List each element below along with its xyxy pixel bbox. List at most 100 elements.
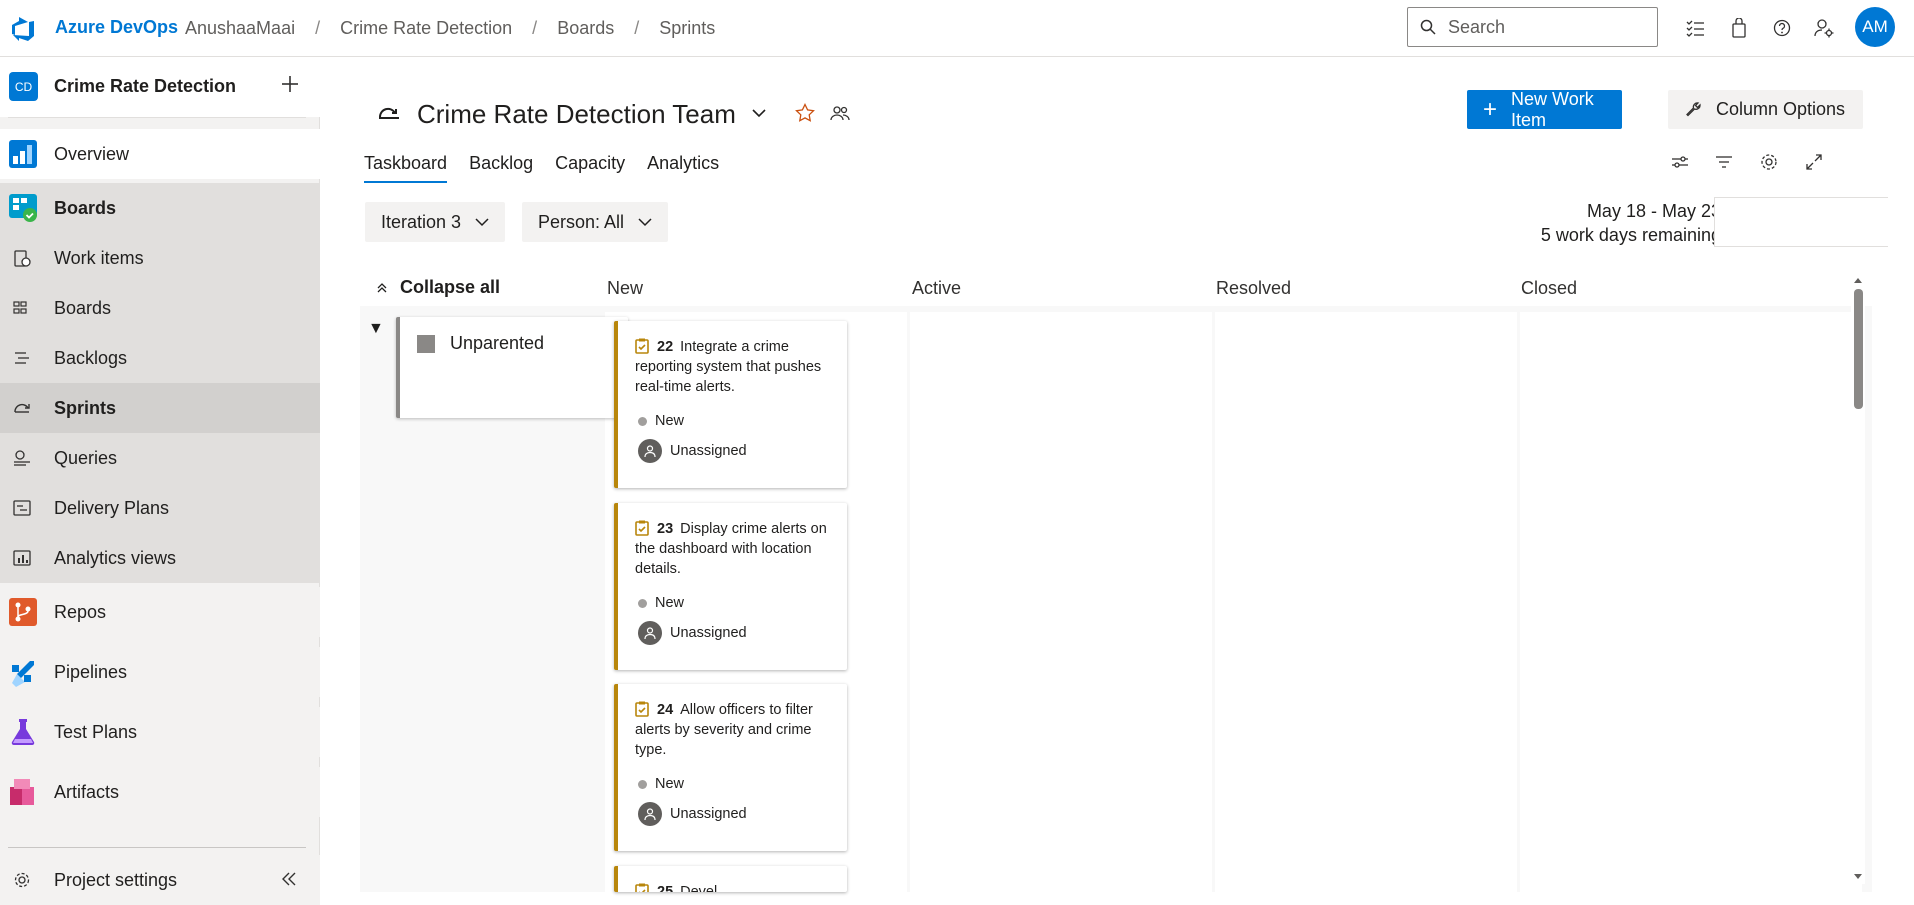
sidebar-item-work-items[interactable]: Work items (0, 233, 320, 283)
task-id: 24 (657, 702, 674, 718)
state-new-dot-icon (638, 416, 647, 426)
sprints-icon (12, 398, 32, 418)
sidebar-item-label: Sprints (54, 398, 117, 418)
task-state[interactable]: New (638, 595, 684, 611)
search-input[interactable]: Search (1407, 7, 1658, 47)
task-clipboard-icon (635, 883, 649, 892)
project-badge[interactable]: CD (9, 72, 38, 101)
column-header-closed: Closed (1521, 278, 1578, 298)
person-filter-label: Person: All (538, 211, 625, 232)
chevron-down-icon[interactable] (751, 107, 767, 119)
tab-bar: Taskboard Backlog Capacity Analytics (364, 153, 741, 183)
burndown-chart[interactable] (1714, 197, 1888, 247)
tab-capacity[interactable]: Capacity (555, 153, 625, 183)
person-filter-dropdown[interactable]: Person: All (522, 202, 669, 242)
sidebar-item-pipelines[interactable]: Pipelines (0, 647, 320, 697)
sidebar-item-repos[interactable]: Repos (0, 587, 320, 637)
breadcrumb-sprints[interactable]: Sprints (659, 18, 715, 39)
filter-icon[interactable] (1714, 152, 1734, 172)
sidebar-item-analytics-views[interactable]: Analytics views (0, 533, 320, 583)
settings-gear-icon[interactable] (1759, 152, 1779, 172)
user-settings-icon[interactable] (1812, 16, 1836, 40)
state-new-dot-icon (638, 779, 647, 789)
unassigned-avatar-icon (638, 439, 662, 463)
date-range: May 18 - May 23 (1586, 201, 1721, 221)
sidebar-item-boards-sub[interactable]: Boards (0, 283, 320, 333)
help-icon[interactable] (1770, 16, 1794, 40)
add-icon[interactable] (279, 73, 301, 95)
task-assignee-label: Unassigned (670, 625, 747, 641)
column-closed (1520, 312, 1862, 892)
sprint-team-icon (377, 103, 401, 123)
task-list-icon[interactable] (1683, 16, 1707, 40)
sidebar-item-label: Repos (54, 602, 107, 622)
task-state[interactable]: New (638, 413, 684, 429)
sidebar: CD Crime Rate Detection Overview Boards … (0, 57, 320, 905)
task-card[interactable]: 22 Integrate a crime reporting system tha… (614, 321, 847, 488)
parent-card[interactable]: Unparented (396, 317, 628, 418)
scroll-up-arrow-icon[interactable] (1851, 275, 1865, 285)
sidebar-item-boards[interactable]: Boards (0, 183, 320, 233)
wrench-icon (1684, 101, 1702, 119)
sidebar-item-label: Queries (54, 448, 118, 468)
sidebar-item-overview[interactable]: Overview (0, 129, 320, 179)
boards-icon (8, 193, 38, 223)
top-bar: Azure DevOps AnushaaMaai / Crime Rate De… (0, 0, 1914, 57)
task-title[interactable]: 25 Devel (635, 882, 840, 892)
scroll-down-arrow-icon[interactable] (1851, 872, 1865, 882)
tab-taskboard[interactable]: Taskboard (364, 153, 448, 183)
sidebar-item-delivery-plans[interactable]: Delivery Plans (0, 483, 320, 533)
collapse-all-button[interactable]: Collapse all (376, 277, 500, 298)
parent-title: Unparented (450, 333, 545, 353)
analytics-views-icon (12, 548, 32, 568)
sidebar-item-label: Backlogs (54, 348, 128, 368)
search-placeholder: Search (1448, 16, 1506, 37)
task-card[interactable]: 24 Allow officers to filter alerts by sev… (614, 684, 847, 851)
sidebar-item-sprints[interactable]: Sprints (0, 383, 320, 433)
new-work-item-button[interactable]: + New Work Item (1467, 89, 1622, 130)
breadcrumb-separator: / (315, 18, 321, 38)
tab-analytics[interactable]: Analytics (647, 153, 719, 183)
breadcrumb-boards[interactable]: Boards (557, 18, 614, 39)
favorite-star-icon[interactable] (795, 103, 815, 123)
taskboard: Collapse all New Active Resolved Closed … (360, 267, 1872, 892)
scrollbar-thumb[interactable] (1854, 289, 1863, 409)
breadcrumb-org[interactable]: AnushaaMaai (185, 18, 295, 39)
sidebar-item-test-plans[interactable]: Test Plans (0, 707, 320, 757)
iteration-dropdown[interactable]: Iteration 3 (365, 202, 506, 242)
sidebar-item-label: Artifacts (54, 782, 120, 802)
collapse-sidebar-icon[interactable] (280, 870, 298, 888)
marketplace-bag-icon[interactable] (1727, 16, 1751, 40)
column-options-button[interactable]: Column Options (1668, 90, 1863, 129)
azure-devops-logo-icon[interactable] (10, 16, 36, 42)
task-assignee[interactable]: Unassigned (638, 439, 747, 463)
task-assignee[interactable]: Unassigned (638, 802, 747, 826)
avatar[interactable]: AM (1855, 7, 1895, 47)
task-assignee[interactable]: Unassigned (638, 621, 747, 645)
backlogs-icon (12, 348, 32, 368)
fullscreen-icon[interactable] (1804, 152, 1824, 172)
sidebar-item-label: Delivery Plans (54, 498, 170, 518)
breadcrumb: AnushaaMaai / Crime Rate Detection / Boa… (185, 18, 715, 39)
team-name[interactable]: Crime Rate Detection Team (417, 99, 736, 130)
board-scrollbar[interactable] (1851, 273, 1865, 884)
task-title-text: Devel (680, 884, 718, 892)
sidebar-item-backlogs[interactable]: Backlogs (0, 333, 320, 383)
breadcrumb-project[interactable]: Crime Rate Detection (340, 18, 512, 39)
view-options-icon[interactable] (1670, 152, 1690, 172)
task-state[interactable]: New (638, 776, 684, 792)
task-card[interactable]: 23 Display crime alerts on the dashboard … (614, 503, 847, 670)
expand-row-triangle-icon[interactable]: ▼ (368, 320, 384, 338)
task-title[interactable]: 24 Allow officers to filter alerts by sev… (635, 700, 840, 760)
tab-backlog[interactable]: Backlog (469, 153, 533, 183)
project-name[interactable]: Crime Rate Detection (54, 76, 236, 97)
task-card[interactable]: 25 Devel (614, 866, 847, 892)
sidebar-item-artifacts[interactable]: Artifacts (0, 767, 320, 817)
task-title[interactable]: 23 Display crime alerts on the dashboard … (635, 519, 840, 579)
task-clipboard-icon (635, 338, 649, 354)
sidebar-item-queries[interactable]: Queries (0, 433, 320, 483)
brand-name[interactable]: Azure DevOps (55, 17, 178, 38)
task-title[interactable]: 22 Integrate a crime reporting system tha… (635, 337, 840, 397)
sidebar-item-project-settings[interactable]: Project settings (0, 855, 320, 905)
team-members-icon[interactable] (830, 104, 850, 122)
